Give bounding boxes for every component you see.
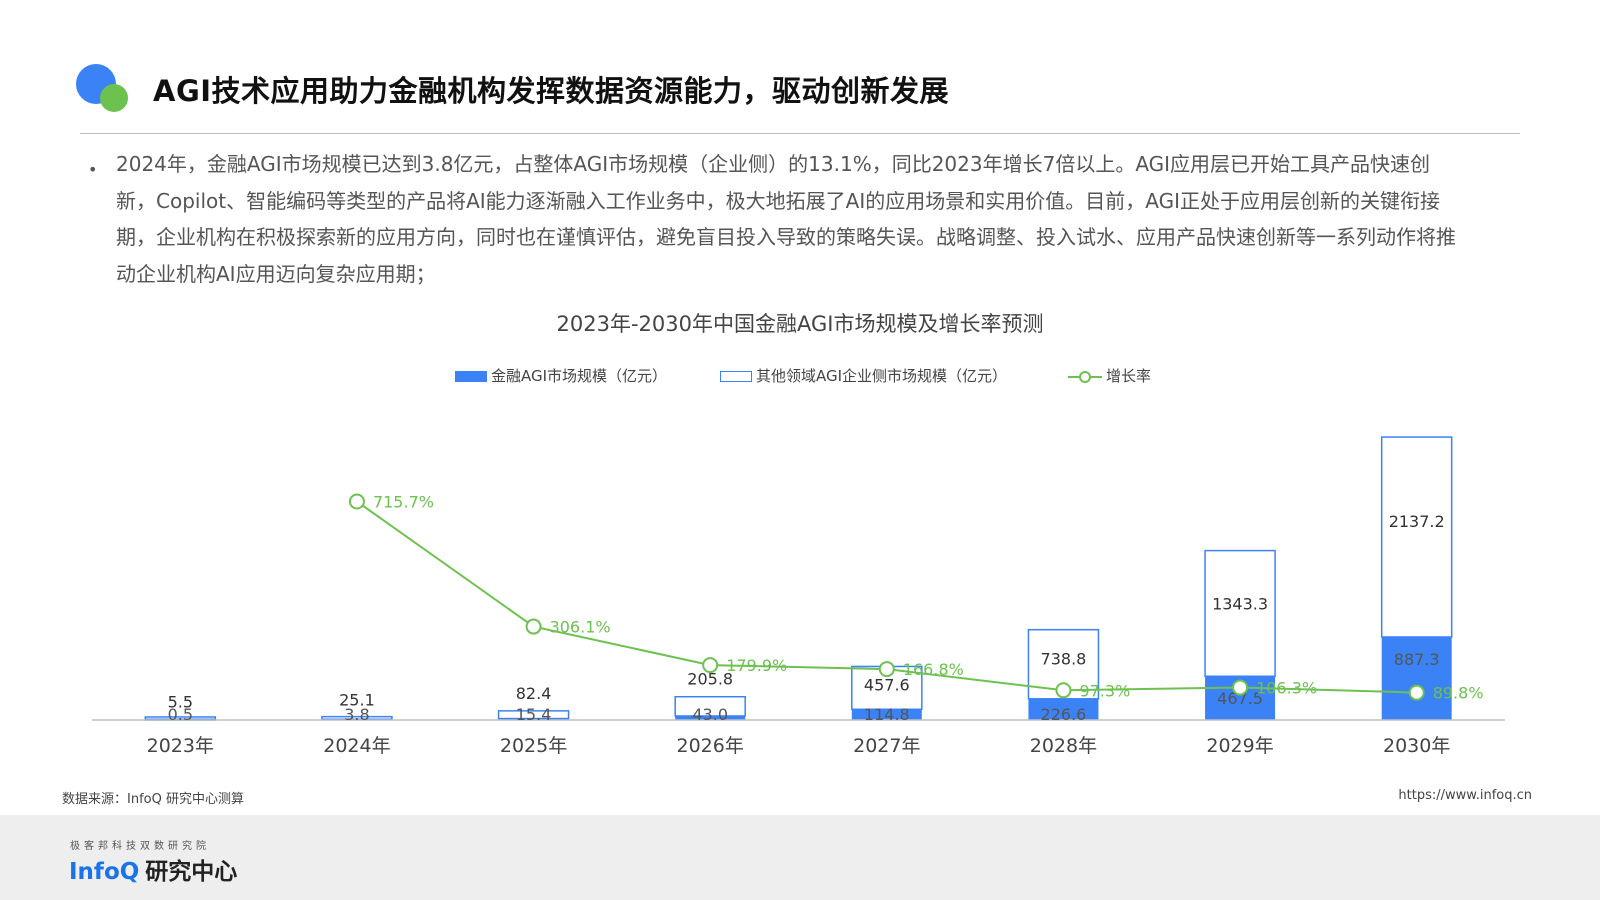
chart-canvas: 2023年 2024年 2025年 2026年 2027年 2028年 2029年 2030年… [92, 436, 1505, 757]
x-tick-label: 2029年 [1206, 735, 1273, 757]
data-source: 数据来源：InfoQ 研究中心测算 [62, 792, 244, 807]
growth-label: 715.7% [373, 493, 434, 512]
brand-infoq: InfoQ [69, 859, 140, 885]
x-tick-label: 2023年 [147, 735, 214, 757]
bar-label-other: 2137.2 [1389, 512, 1445, 531]
x-tick-label: 2028年 [1030, 735, 1097, 757]
brand-subtitle: 极客邦科技双数研究院 [70, 841, 210, 852]
bar-other [1204, 549, 1276, 678]
growth-point [1232, 679, 1249, 696]
bar-label-finance: 15.4 [516, 705, 552, 724]
footer-bar [0, 815, 1600, 900]
x-tick-label: 2025年 [500, 735, 567, 757]
site-url[interactable]: https://www.infoq.cn [1398, 788, 1532, 803]
bar-label-finance: 0.5 [168, 705, 193, 724]
bar-other [1380, 436, 1453, 638]
brand-logo: InfoQ 研究中心 [69, 852, 237, 886]
growth-point [348, 493, 365, 510]
bar-label-finance: 43.0 [692, 705, 728, 724]
growth-point [1408, 684, 1425, 701]
growth-label: 97.3% [1079, 681, 1130, 700]
bar-label-other: 82.4 [516, 684, 552, 703]
x-tick-label: 2027年 [853, 735, 920, 757]
bar-label-other: 738.8 [1041, 650, 1087, 669]
growth-point [878, 661, 895, 678]
growth-point [1055, 682, 1072, 699]
bar-label-finance: 114.8 [864, 705, 910, 724]
growth-label: 89.8% [1433, 684, 1484, 703]
growth-point [702, 657, 719, 674]
bar-label-finance: 887.3 [1394, 650, 1440, 669]
growth-label: 179.9% [726, 656, 787, 675]
bar-label-finance: 226.6 [1041, 705, 1087, 724]
bar-label-other: 1343.3 [1212, 594, 1268, 613]
growth-label: 306.1% [550, 618, 611, 637]
x-tick-label: 2030年 [1383, 735, 1450, 757]
brand-rest: 研究中心 [145, 859, 238, 885]
growth-label: 166.8% [903, 660, 964, 679]
x-tick-label: 2024年 [323, 735, 390, 757]
bar-label-finance: 3.8 [344, 705, 369, 724]
growth-label: 106.3% [1256, 679, 1317, 698]
x-tick-label: 2026年 [677, 735, 744, 757]
growth-point [525, 618, 542, 635]
